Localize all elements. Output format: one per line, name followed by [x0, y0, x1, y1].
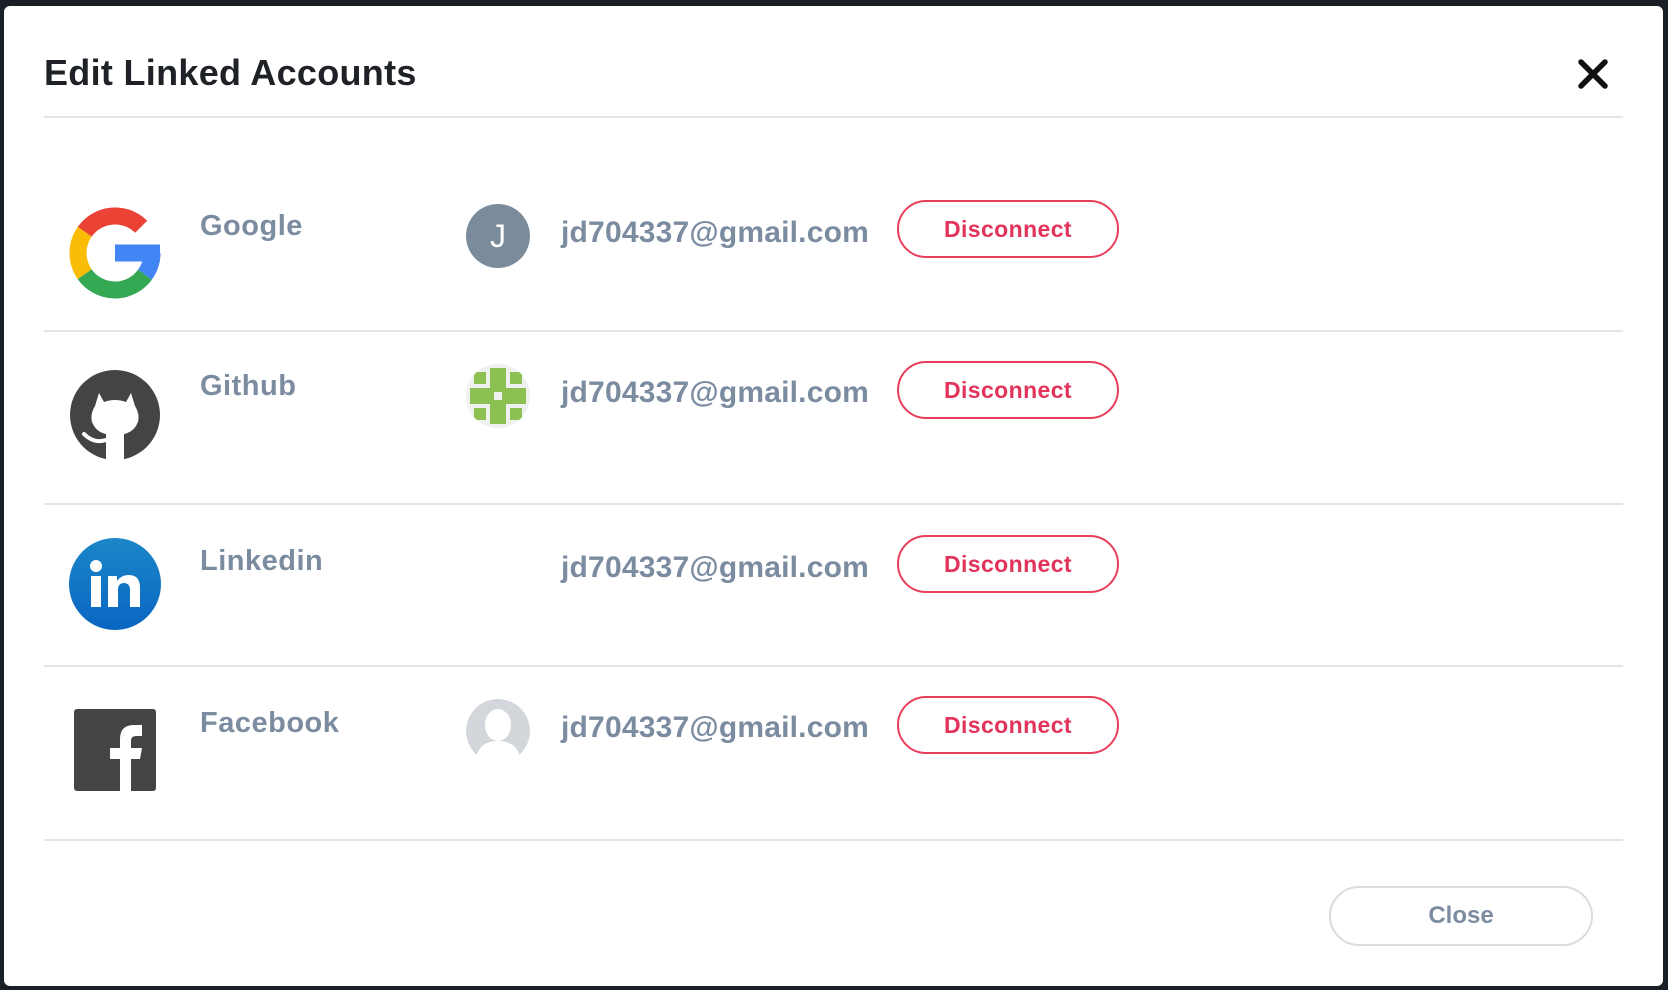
provider-name-facebook: Facebook [200, 707, 340, 739]
facebook-logo-icon [74, 709, 156, 791]
avatar: J [466, 204, 530, 268]
google-logo-icon [69, 207, 161, 299]
modal-header: Edit Linked Accounts [44, 6, 1623, 118]
close-icon[interactable] [1573, 54, 1613, 94]
account-email-google: jd704337@gmail.com [561, 216, 869, 249]
account-email-linkedin: jd704337@gmail.com [561, 551, 869, 584]
account-row-linkedin: Linkedin jd704337@gmail.com Disconnect [44, 505, 1623, 667]
account-row-facebook: Facebook jd704337@gmail.com Disconnect [44, 667, 1623, 841]
avatar [466, 699, 530, 763]
account-row-github: Github jd704337@gmail.com Disconnect [44, 332, 1623, 505]
provider-name-google: Google [200, 210, 303, 242]
linked-accounts-list: Google J jd704337@gmail.com Disconnect G… [44, 118, 1623, 841]
avatar [466, 364, 530, 428]
provider-name-linkedin: Linkedin [200, 545, 324, 577]
edit-linked-accounts-modal: Edit Linked Accounts Google J jd704337@g… [4, 6, 1663, 986]
disconnect-button-linkedin[interactable]: Disconnect [897, 535, 1119, 593]
modal-title: Edit Linked Accounts [44, 52, 417, 93]
account-email-github: jd704337@gmail.com [561, 376, 869, 409]
github-logo-icon [70, 370, 160, 460]
disconnect-button-github[interactable]: Disconnect [897, 361, 1119, 419]
provider-name-github: Github [200, 370, 297, 402]
avatar-letter: J [466, 204, 530, 268]
identicon-avatar-icon [466, 364, 530, 428]
disconnect-button-facebook[interactable]: Disconnect [897, 696, 1119, 754]
account-row-google: Google J jd704337@gmail.com Disconnect [44, 118, 1623, 332]
linkedin-logo-icon [69, 538, 161, 630]
account-email-facebook: jd704337@gmail.com [561, 711, 869, 744]
default-user-avatar-icon [466, 699, 530, 763]
close-button[interactable]: Close [1329, 886, 1593, 946]
disconnect-button-google[interactable]: Disconnect [897, 200, 1119, 258]
